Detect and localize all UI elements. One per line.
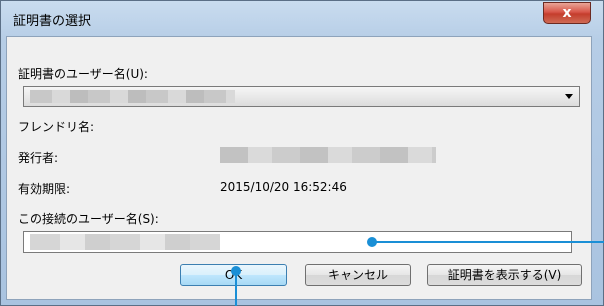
callout-dot-input — [367, 237, 377, 247]
chevron-down-icon[interactable] — [565, 94, 573, 99]
cert-user-select[interactable] — [23, 86, 580, 107]
cancel-button[interactable]: キャンセル — [305, 264, 411, 286]
callout-line-input — [371, 241, 604, 243]
view-certificate-button[interactable]: 証明書を表示する(V) — [427, 264, 582, 286]
cert-user-value-redacted — [30, 90, 235, 103]
callout-dot-ok — [231, 266, 241, 276]
conn-user-value-redacted — [30, 234, 220, 250]
title-bar[interactable]: 証明書の選択 x — [1, 1, 604, 37]
expiry-label: 有効期限: — [18, 182, 71, 196]
issuer-label: 発行者: — [18, 151, 59, 165]
cert-user-label: 証明書のユーザー名(U): — [18, 67, 148, 81]
friendly-name-label: フレンドリ名: — [18, 120, 95, 134]
close-button[interactable]: x — [543, 2, 591, 24]
issuer-value-redacted — [220, 147, 436, 163]
dialog-title: 証明書の選択 — [13, 14, 92, 29]
conn-user-label: この接続のユーザー名(S): — [18, 212, 159, 226]
expiry-value: 2015/10/20 16:52:46 — [220, 180, 347, 194]
close-icon: x — [562, 5, 572, 21]
